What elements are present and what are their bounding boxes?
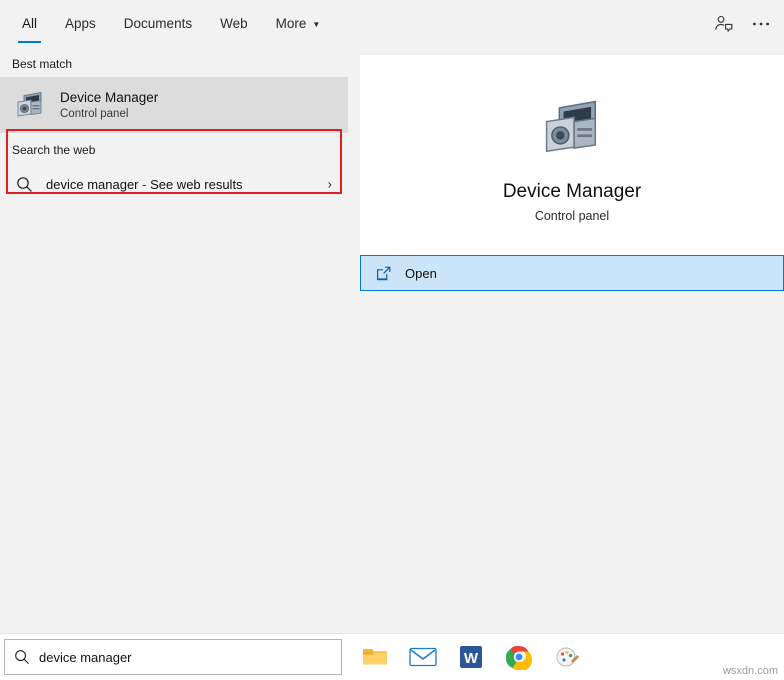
result-device-manager[interactable]: Device Manager Control panel [0,77,348,133]
tab-web-label: Web [220,16,248,31]
results-panel: Best match Device Manager Control panel … [0,47,348,633]
device-manager-icon [535,91,609,165]
device-manager-icon [12,87,48,123]
chrome-icon[interactable] [504,642,534,672]
search-icon [5,649,39,665]
open-external-icon [361,265,405,282]
search-input[interactable]: device manager [4,639,342,675]
search-icon [12,176,36,193]
taskbar: device manager W wsxdn.com [0,633,784,680]
preview-title: Device Manager [502,181,642,202]
tab-documents[interactable]: Documents [110,0,206,47]
word-icon[interactable]: W [456,642,486,672]
search-the-web-label: Search the web [12,143,96,157]
mail-icon[interactable] [408,642,438,672]
best-match-label: Best match [12,57,73,71]
tab-documents-label: Documents [123,16,193,31]
tab-list: All Apps Documents Web More ▼ [8,0,334,47]
result-title: Device Manager [60,89,159,105]
open-button-label: Open [405,265,437,281]
web-result-row[interactable]: device manager - See web results › [0,163,348,205]
feedback-person-icon[interactable] [706,7,740,41]
search-tab-bar: All Apps Documents Web More ▼ [0,0,784,48]
open-button[interactable]: Open [360,255,784,291]
result-subtitle: Control panel [60,107,129,120]
result-text-block: Device Manager Control panel [60,89,158,122]
taskbar-app-icons: W [352,634,582,680]
tab-apps-label: Apps [65,16,96,31]
web-result-suffix: See web results [150,176,243,192]
file-explorer-icon[interactable] [360,642,390,672]
tab-bar-actions [706,0,778,47]
preview-subtitle: Control panel [534,209,610,223]
chevron-right-icon[interactable]: › [328,177,332,192]
web-result-text: device manager - See web results [46,177,243,192]
web-result-separator: - [138,176,151,192]
web-result-query: device manager [46,176,139,192]
preview-card: Device Manager Control panel [360,55,784,277]
tab-apps[interactable]: Apps [51,0,110,47]
tab-all-label: All [22,16,38,31]
ellipsis-icon[interactable] [744,7,778,41]
tab-more-label: More [275,16,307,31]
tab-web[interactable]: Web [206,0,262,47]
preview-panel: Device Manager Control panel Open [348,47,784,633]
search-input-value: device manager [39,649,132,665]
paint-icon[interactable] [552,642,582,672]
tab-more[interactable]: More ▼ [262,0,335,47]
chevron-down-icon: ▼ [312,19,321,29]
svg-text:W: W [464,650,479,667]
watermark: wsxdn.com [722,665,778,677]
tab-all[interactable]: All [8,0,51,47]
